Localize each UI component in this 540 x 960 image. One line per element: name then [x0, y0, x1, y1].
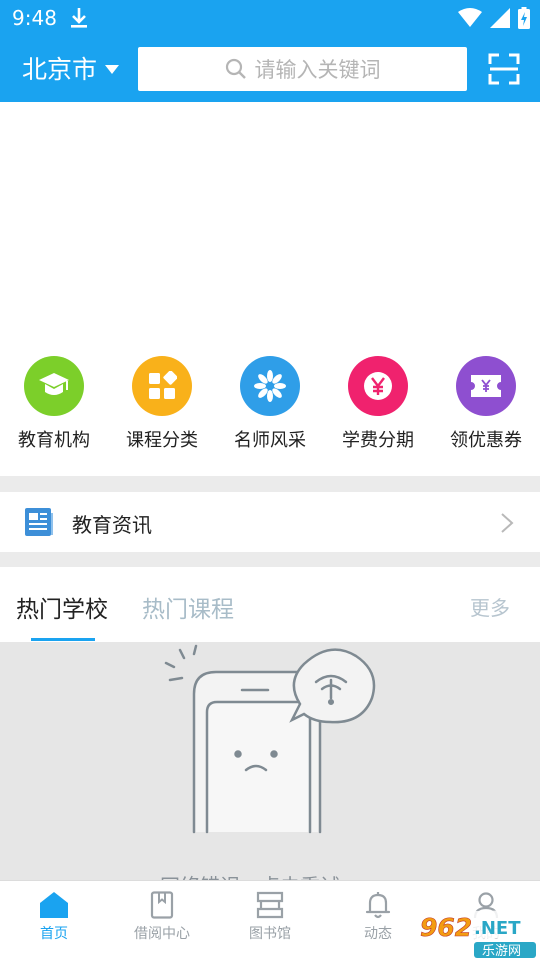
tab-indicator	[31, 638, 95, 641]
watermark-logo: 962 .NET 乐游网	[416, 910, 536, 959]
yen-icon	[348, 356, 408, 416]
tab-borrowing-center[interactable]: 借阅中心	[108, 891, 216, 943]
bell-icon	[365, 892, 391, 919]
network-error-message: 网络错误，点击重试	[160, 870, 340, 880]
city-label: 北京市	[22, 55, 98, 84]
quick-link-teachers[interactable]: 名师风采	[216, 356, 324, 452]
coupon-icon	[456, 356, 516, 416]
caret-down-icon	[105, 65, 120, 74]
graduation-cap-icon	[24, 356, 84, 416]
city-selector[interactable]: 北京市	[22, 50, 120, 86]
category-grid-icon	[132, 356, 192, 416]
svg-text:乐游网: 乐游网	[482, 944, 521, 959]
school-course-tabs: 热门学校 热门课程 更多	[0, 567, 540, 642]
quick-link-tuition-installment[interactable]: 学费分期	[324, 356, 432, 452]
network-error-state[interactable]: 网络错误，点击重试	[0, 642, 540, 880]
tab-hot-courses[interactable]: 热门课程	[142, 590, 234, 624]
download-icon	[71, 8, 87, 28]
quick-link-label: 课程分类	[126, 430, 198, 451]
search-input[interactable]: 请输入关键词	[138, 47, 467, 91]
home-icon	[40, 892, 68, 918]
book-icon	[150, 891, 174, 919]
app-header: 北京市 请输入关键词	[0, 36, 540, 102]
scan-icon[interactable]	[488, 53, 520, 85]
search-icon	[225, 58, 246, 79]
tab-home[interactable]: 首页	[0, 891, 108, 943]
quick-link-label: 学费分期	[342, 430, 414, 451]
quick-link-label: 领优惠券	[450, 430, 522, 451]
tab-label: 图书馆	[249, 926, 291, 942]
network-error-illustration	[164, 644, 376, 834]
quick-link-categories[interactable]: 课程分类	[108, 356, 216, 452]
tab-label: 借阅中心	[134, 926, 190, 942]
quick-link-label: 教育机构	[18, 430, 90, 451]
status-bar: 9:48	[0, 0, 540, 36]
news-icon	[25, 508, 53, 536]
tab-hot-schools[interactable]: 热门学校	[16, 590, 108, 624]
banner-area[interactable]	[0, 102, 540, 342]
search-placeholder: 请输入关键词	[254, 58, 381, 82]
flower-icon	[240, 356, 300, 416]
quick-links: 教育机构 课程分类 名师风采 学费分期 领优惠券	[0, 342, 540, 476]
tab-label: 首页	[40, 926, 68, 942]
svg-text:.NET: .NET	[474, 918, 521, 939]
news-label: 教育资讯	[72, 513, 152, 537]
quick-link-institutions[interactable]: 教育机构	[0, 356, 108, 452]
status-time: 9:48	[12, 6, 57, 30]
tab-label: 动态	[364, 926, 392, 942]
quick-link-label: 名师风采	[234, 430, 306, 451]
more-link[interactable]: 更多	[470, 592, 510, 621]
quick-link-coupons[interactable]: 领优惠券	[432, 356, 540, 452]
wifi-icon	[458, 8, 482, 27]
svg-text:962: 962	[420, 913, 472, 942]
signal-icon	[490, 8, 510, 28]
status-icons	[458, 7, 530, 29]
chevron-right-icon	[501, 513, 514, 533]
library-icon	[256, 891, 284, 919]
tab-library[interactable]: 图书馆	[216, 891, 324, 943]
education-news-row[interactable]: 教育资讯	[0, 492, 540, 552]
battery-icon	[518, 7, 530, 29]
